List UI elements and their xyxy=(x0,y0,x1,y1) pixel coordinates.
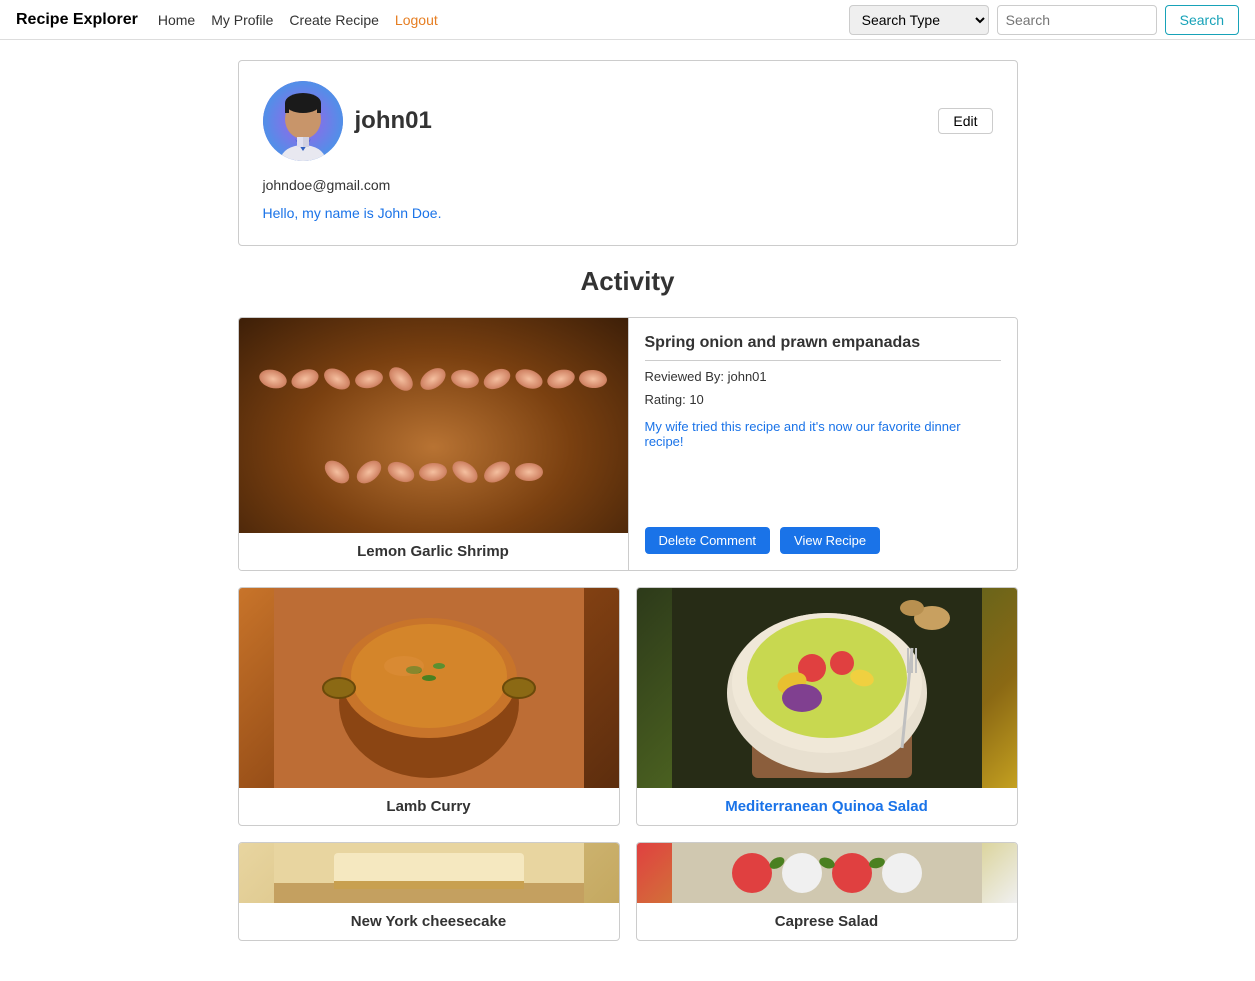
review-actions: Delete Comment View Recipe xyxy=(645,527,1001,554)
salad-image xyxy=(637,588,1017,788)
cards-grid: Lemon Garlic Shrimp Spring onion and pra… xyxy=(238,317,1018,941)
cheesecake-caption: New York cheesecake xyxy=(239,903,619,940)
cheesecake-image xyxy=(239,843,619,903)
shrimp-dot xyxy=(418,462,447,482)
navbar: Recipe Explorer Home My Profile Create R… xyxy=(0,0,1255,40)
shrimp-dot xyxy=(416,363,449,394)
caprese-card: Caprese Salad xyxy=(636,842,1018,941)
curry-image xyxy=(239,588,619,788)
shrimp-dot xyxy=(450,367,481,390)
profile-bio: Hello, my name is John Doe. xyxy=(263,205,993,221)
shrimp-dot xyxy=(513,366,545,392)
shrimp-visual xyxy=(239,318,628,533)
nav-logout[interactable]: Logout xyxy=(395,12,438,28)
first-image-wrapper: Lemon Garlic Shrimp xyxy=(239,318,628,570)
lamb-curry-card: Lamb Curry xyxy=(238,587,620,826)
review-by: Reviewed By: john01 xyxy=(645,369,1001,384)
shrimp-dot xyxy=(515,463,543,481)
username: john01 xyxy=(355,107,432,135)
shrimp-dot xyxy=(578,369,607,389)
review-title: Spring onion and prawn empanadas xyxy=(645,334,1001,361)
first-activity-card: Lemon Garlic Shrimp Spring onion and pra… xyxy=(238,317,1018,571)
shrimp-dot xyxy=(448,457,481,488)
search-type-select[interactable]: Search Type xyxy=(849,5,989,35)
shrimp-caption: Lemon Garlic Shrimp xyxy=(239,533,628,570)
shrimp-dot xyxy=(354,367,385,390)
shrimp-dot xyxy=(320,456,353,488)
view-recipe-button[interactable]: View Recipe xyxy=(780,527,880,554)
search-input[interactable] xyxy=(997,5,1157,35)
profile-card: john01 Edit johndoe@gmail.com Hello, my … xyxy=(238,60,1018,246)
nav-create-recipe[interactable]: Create Recipe xyxy=(289,12,379,28)
shrimp-dot xyxy=(480,457,513,487)
review-comment: My wife tried this recipe and it's now o… xyxy=(645,419,1001,511)
review-panel: Spring onion and prawn empanadas Reviewe… xyxy=(628,318,1017,570)
brand-logo: Recipe Explorer xyxy=(16,11,138,29)
activity-section: Activity xyxy=(238,266,1018,941)
profile-top: john01 Edit xyxy=(263,81,993,161)
review-rating: Rating: 10 xyxy=(645,392,1001,407)
shrimp-dot xyxy=(320,364,353,394)
profile-left: john01 xyxy=(263,81,432,161)
nav-my-profile[interactable]: My Profile xyxy=(211,12,273,28)
nav-home[interactable]: Home xyxy=(158,12,195,28)
quinoa-salad-caption: Mediterranean Quinoa Salad xyxy=(637,788,1017,825)
avatar xyxy=(263,81,343,161)
caprese-caption: Caprese Salad xyxy=(637,903,1017,940)
nav-links: Home My Profile Create Recipe Logout xyxy=(158,12,849,28)
shrimp-dot xyxy=(385,458,418,486)
search-button[interactable]: Search xyxy=(1165,5,1239,35)
shrimp-dot xyxy=(385,362,418,395)
profile-email: johndoe@gmail.com xyxy=(263,177,993,193)
shrimp-dot xyxy=(352,456,385,488)
shrimp-dot xyxy=(257,366,289,391)
edit-button[interactable]: Edit xyxy=(938,108,992,134)
delete-comment-button[interactable]: Delete Comment xyxy=(645,527,771,554)
shrimp-dot xyxy=(545,366,577,391)
cheesecake-card: New York cheesecake xyxy=(238,842,620,941)
shrimp-image xyxy=(239,318,628,533)
search-area: Search Type Search xyxy=(849,5,1239,35)
shrimp-dot xyxy=(289,366,321,392)
shrimp-dot xyxy=(481,365,514,393)
caprese-image xyxy=(637,843,1017,903)
activity-title: Activity xyxy=(238,266,1018,297)
lamb-curry-caption: Lamb Curry xyxy=(239,788,619,825)
quinoa-salad-card: Mediterranean Quinoa Salad xyxy=(636,587,1018,826)
